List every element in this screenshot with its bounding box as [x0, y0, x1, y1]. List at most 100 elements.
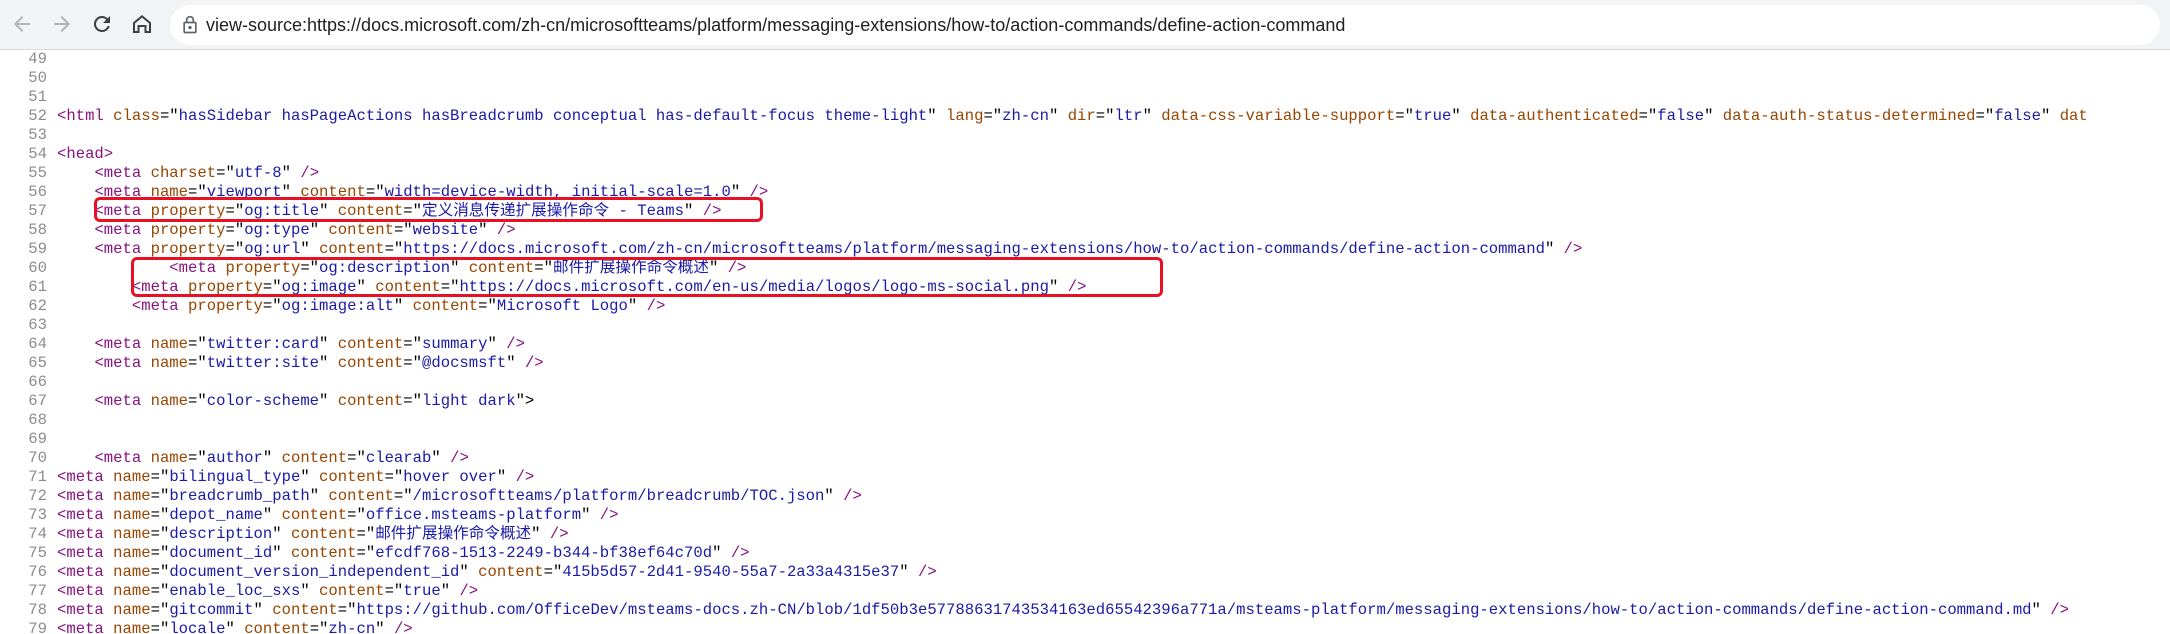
html-tag-token: <meta [57, 525, 114, 543]
html-tag-token: <meta [131, 278, 189, 296]
attribute-value-token: 邮件扩展操作命令概述 [375, 525, 532, 543]
punctuation-token: =" [384, 582, 404, 600]
punctuation-token: " [300, 582, 320, 600]
attribute-value-token: zh-cn [1002, 107, 1049, 125]
html-tag-token: /> [599, 506, 619, 524]
source-line: 68 [0, 411, 2170, 430]
html-tag-token: <head> [57, 145, 114, 163]
punctuation-token: =" [150, 620, 170, 634]
punctuation-token: " [899, 563, 918, 581]
attribute-name-token: content [290, 525, 357, 543]
punctuation-token: =" [403, 202, 423, 220]
line-number: 68 [28, 411, 47, 429]
address-bar[interactable]: view-source:https://docs.microsoft.com/z… [170, 5, 2160, 45]
line-code: <meta name="bilingual_type" content="hov… [57, 468, 534, 487]
html-tag-token: /> [450, 449, 469, 467]
source-line: 52 <html class="hasSidebar hasPageActions… [0, 107, 2170, 126]
line-code: <meta name="author" content="clearab" /> [57, 449, 469, 468]
attribute-value-token: efcdf768-1513-2249-b344-bf38ef64c70d [375, 544, 713, 562]
arrow-left-icon [14, 16, 30, 32]
attribute-value-token: ltr [1114, 107, 1143, 125]
punctuation-token [57, 164, 94, 182]
attribute-value-token: zh-cn [328, 620, 376, 634]
html-tag-token: <meta [94, 354, 151, 372]
html-tag-token: /> [496, 221, 516, 239]
html-tag-token: /> [646, 297, 666, 315]
attribute-name-token: charset [150, 164, 217, 182]
line-code: <meta name="document_version_independent… [57, 563, 937, 582]
punctuation-token: =" [188, 183, 207, 201]
punctuation-token: =" [403, 354, 422, 372]
punctuation-token: =" [543, 563, 563, 581]
punctuation-token: " [487, 335, 507, 353]
punctuation-token: " [1544, 240, 1564, 258]
line-code: <meta property="og:type" content="websit… [57, 221, 516, 240]
line-number: 79 [28, 620, 47, 634]
punctuation-token: " [1049, 278, 1068, 296]
line-number: 78 [28, 601, 47, 619]
punctuation-token: " [281, 183, 301, 201]
punctuation-token: " [531, 525, 550, 543]
back-button[interactable] [4, 6, 40, 42]
attribute-name-token: content [478, 563, 544, 581]
line-number: 77 [28, 582, 47, 600]
html-tag-token: /> [917, 563, 937, 581]
punctuation-token: =" [188, 335, 207, 353]
attribute-value-token: locale [169, 620, 226, 634]
forward-button[interactable] [44, 6, 80, 42]
html-tag-token: /> [515, 468, 535, 486]
punctuation-token: =" [150, 544, 170, 562]
line-number: 54 [28, 145, 47, 163]
attribute-name-token: content [281, 449, 348, 467]
punctuation-token: " [393, 297, 413, 315]
html-tag-token: <meta [94, 164, 151, 182]
punctuation-token: =" [384, 468, 404, 486]
attribute-value-token: 定义消息传递扩展操作命令 - Teams [422, 202, 685, 220]
attribute-value-token: og:image:alt [281, 297, 394, 315]
punctuation-token [57, 259, 169, 277]
attribute-value-token: description [169, 525, 273, 543]
url-text[interactable]: view-source:https://docs.microsoft.com/z… [206, 5, 1345, 45]
attribute-name-token: data-auth-status-determined [1722, 107, 1976, 125]
line-code: <meta name="viewport" content="width=dev… [57, 183, 768, 202]
attribute-value-token: document_id [169, 544, 273, 562]
punctuation-token: =" [188, 392, 207, 410]
attribute-value-token[interactable]: https://docs.microsoft.com/zh-cn/microso… [403, 240, 1545, 258]
punctuation-token: =" [534, 259, 554, 277]
punctuation-token: =" [225, 221, 245, 239]
punctuation-token: " [478, 221, 497, 239]
source-line: 50 [0, 69, 2170, 88]
attribute-name-token: dat [2059, 107, 2088, 125]
attribute-value-token: false [1657, 107, 1705, 125]
punctuation-token: " [581, 506, 600, 524]
line-number: 63 [28, 316, 47, 334]
attribute-name-token: name [150, 392, 189, 410]
line-number: 70 [28, 449, 47, 467]
line-code: <head> [57, 145, 113, 164]
attribute-name-token: content [328, 221, 394, 239]
line-code: <meta name="document_id" content="efcdf7… [57, 544, 750, 563]
attribute-name-token: data-css-variable-support [1161, 107, 1396, 125]
punctuation-token: " [824, 487, 844, 505]
html-tag-token: /> [524, 354, 544, 372]
source-line: 49 [0, 50, 2170, 69]
attribute-value-token[interactable]: https://docs.microsoft.com/en-us/media/l… [459, 278, 1049, 296]
punctuation-token: " [319, 392, 338, 410]
source-line: 59 <meta property="og:url" content="http… [0, 240, 2170, 259]
punctuation-token: " [459, 563, 479, 581]
attribute-value-token[interactable]: https://github.com/OfficeDev/msteams-doc… [357, 601, 2032, 619]
attribute-name-token: name [113, 563, 151, 581]
source-line: 75 <meta name="document_id" content="efcd… [0, 544, 2170, 563]
line-number: 73 [28, 506, 47, 524]
punctuation-token: =" [337, 601, 357, 619]
reload-button[interactable] [84, 6, 120, 42]
punctuation-token [57, 297, 132, 315]
attribute-name-token: name [150, 449, 189, 467]
attribute-name-token: content [412, 297, 479, 315]
home-button[interactable] [124, 6, 160, 42]
html-tag-token: <meta [94, 240, 151, 258]
punctuation-token: " [309, 487, 329, 505]
attribute-value-token: color-scheme [206, 392, 320, 410]
attribute-value-token: twitter:card [206, 335, 320, 353]
attribute-value-token: /microsoftteams/platform/breadcrumb/TOC.… [412, 487, 825, 505]
